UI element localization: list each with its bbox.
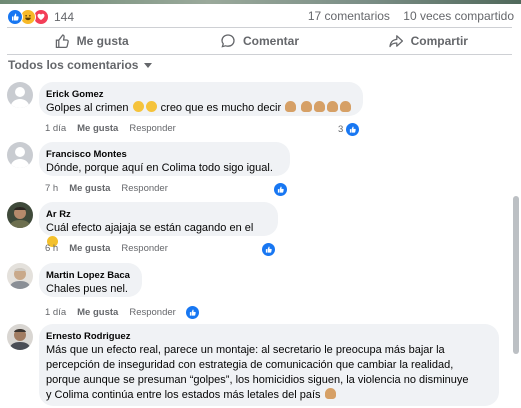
share-arrow-icon [389, 35, 403, 48]
comment-text-part: Cuál efecto ajajaja se están cagando en … [46, 222, 254, 234]
comment-bubble: Ernesto Rodriguez Más que un efecto real… [39, 324, 499, 406]
thumbs-up-icon [55, 34, 69, 49]
like-icon [273, 182, 288, 197]
comment-like-count[interactable] [273, 182, 290, 197]
comment-text-line: Más que un efecto real, parece un montaj… [46, 344, 445, 356]
comment-like-number: 3 [338, 124, 344, 135]
share-button[interactable]: Compartir [344, 28, 512, 54]
comment-text-line: porque aunque se presuman “golpes”, los … [46, 374, 469, 386]
comment-text-line: percepción de inseguridad con estrategia… [46, 359, 454, 371]
comment-reply-button[interactable]: Responder [121, 183, 167, 194]
comment-meta: 1 día Me gusta Responder [45, 123, 176, 134]
person-emoji-icon [301, 101, 313, 112]
comment-text-part: y Colima continúa entre los estados más … [46, 389, 324, 401]
avatar[interactable] [7, 324, 33, 350]
comment-author[interactable]: Ar Rz [46, 209, 268, 221]
like-icon [261, 242, 276, 257]
comment-text: Golpes al crimen creo que es mucho decir [46, 101, 353, 116]
share-button-label: Compartir [410, 34, 468, 48]
sad-face-emoji-icon [145, 101, 157, 112]
comment-author[interactable]: Francisco Montes [46, 149, 280, 161]
person-emoji-icon [327, 101, 339, 112]
comment-like-button[interactable]: Me gusta [69, 183, 110, 194]
avatar[interactable] [7, 142, 33, 168]
person-emoji-icon [314, 101, 326, 112]
comment-reply-button[interactable]: Responder [129, 123, 175, 134]
comment-time[interactable]: 1 día [45, 123, 66, 134]
comment-button-label: Comentar [242, 34, 299, 48]
comment-like-button[interactable]: Me gusta [77, 123, 118, 134]
comments-count-link[interactable]: 17 comentarios [308, 9, 390, 23]
reaction-count: 144 [54, 10, 75, 24]
comment-time[interactable]: 1 día [45, 307, 66, 318]
comment-bubble: Ar Rz Cuál efecto ajajaja se están cagan… [39, 202, 278, 247]
comment-author[interactable]: Ernesto Rodriguez [46, 331, 489, 343]
person-emoji-icon [324, 388, 336, 399]
comment-like-count[interactable] [261, 242, 278, 257]
avatar[interactable] [7, 263, 33, 289]
comment-bubble: Erick Gomez Golpes al crimen creo que es… [39, 82, 363, 116]
caret-down-icon [144, 62, 153, 68]
post-action-bar: Me gusta Comentar Compartir [7, 27, 512, 55]
comment-author[interactable]: Martin Lopez Baca [46, 270, 132, 282]
comment-bubble-icon [221, 34, 235, 48]
comment-text-part: Golpes al crimen [46, 102, 132, 114]
like-icon [345, 122, 361, 137]
comment-filter-label: Todos los comentarios [8, 58, 139, 72]
sad-face-emoji-icon [132, 101, 144, 112]
comment-filter-dropdown[interactable]: Todos los comentarios [8, 58, 153, 72]
like-icon [7, 9, 23, 25]
like-icon[interactable] [184, 305, 200, 320]
comment-like-count[interactable]: 3 [338, 122, 362, 137]
comment-like-button[interactable]: Me gusta [69, 243, 110, 254]
scrollbar[interactable] [513, 196, 519, 354]
person-emoji-icon [285, 101, 297, 112]
reactions-summary[interactable]: 144 [7, 9, 74, 25]
comment-button[interactable]: Comentar [175, 28, 343, 54]
comment-like-button[interactable]: Me gusta [77, 307, 118, 318]
comment-text: Chales pues nel. [46, 283, 128, 295]
comment-bubble: Martin Lopez Baca Chales pues nel. [39, 263, 142, 297]
avatar[interactable] [7, 202, 33, 228]
post-stats: 144 17 comentarios 10 veces compartido [7, 9, 517, 25]
stat-links: 17 comentarios 10 veces compartido [298, 9, 514, 23]
comment-author[interactable]: Erick Gomez [46, 89, 353, 101]
person-emoji-icon [340, 101, 352, 112]
comment-text-line: y Colima continúa entre los estados más … [46, 388, 489, 403]
comment-meta: 6 h Me gusta Responder [45, 243, 168, 254]
comment-time[interactable]: 6 h [45, 243, 58, 254]
comment-bubble: Francisco Montes Dónde, porque aquí en C… [39, 142, 290, 176]
comment-meta: 1 día Me gusta Responder [45, 305, 200, 320]
post-image-bottom-edge [0, 0, 521, 4]
avatar[interactable] [7, 82, 33, 108]
comment-reply-button[interactable]: Responder [129, 307, 175, 318]
comment-time[interactable]: 7 h [45, 183, 58, 194]
comment-reply-button[interactable]: Responder [121, 243, 167, 254]
shares-count-link[interactable]: 10 veces compartido [403, 9, 514, 23]
comment-text: Dónde, porque aquí en Colima todo sigo i… [46, 162, 273, 174]
like-button-label: Me gusta [76, 34, 129, 48]
comment-text-part: creo que es mucho decir [157, 102, 285, 114]
like-button[interactable]: Me gusta [7, 28, 175, 54]
comment-meta: 7 h Me gusta Responder [45, 183, 168, 194]
